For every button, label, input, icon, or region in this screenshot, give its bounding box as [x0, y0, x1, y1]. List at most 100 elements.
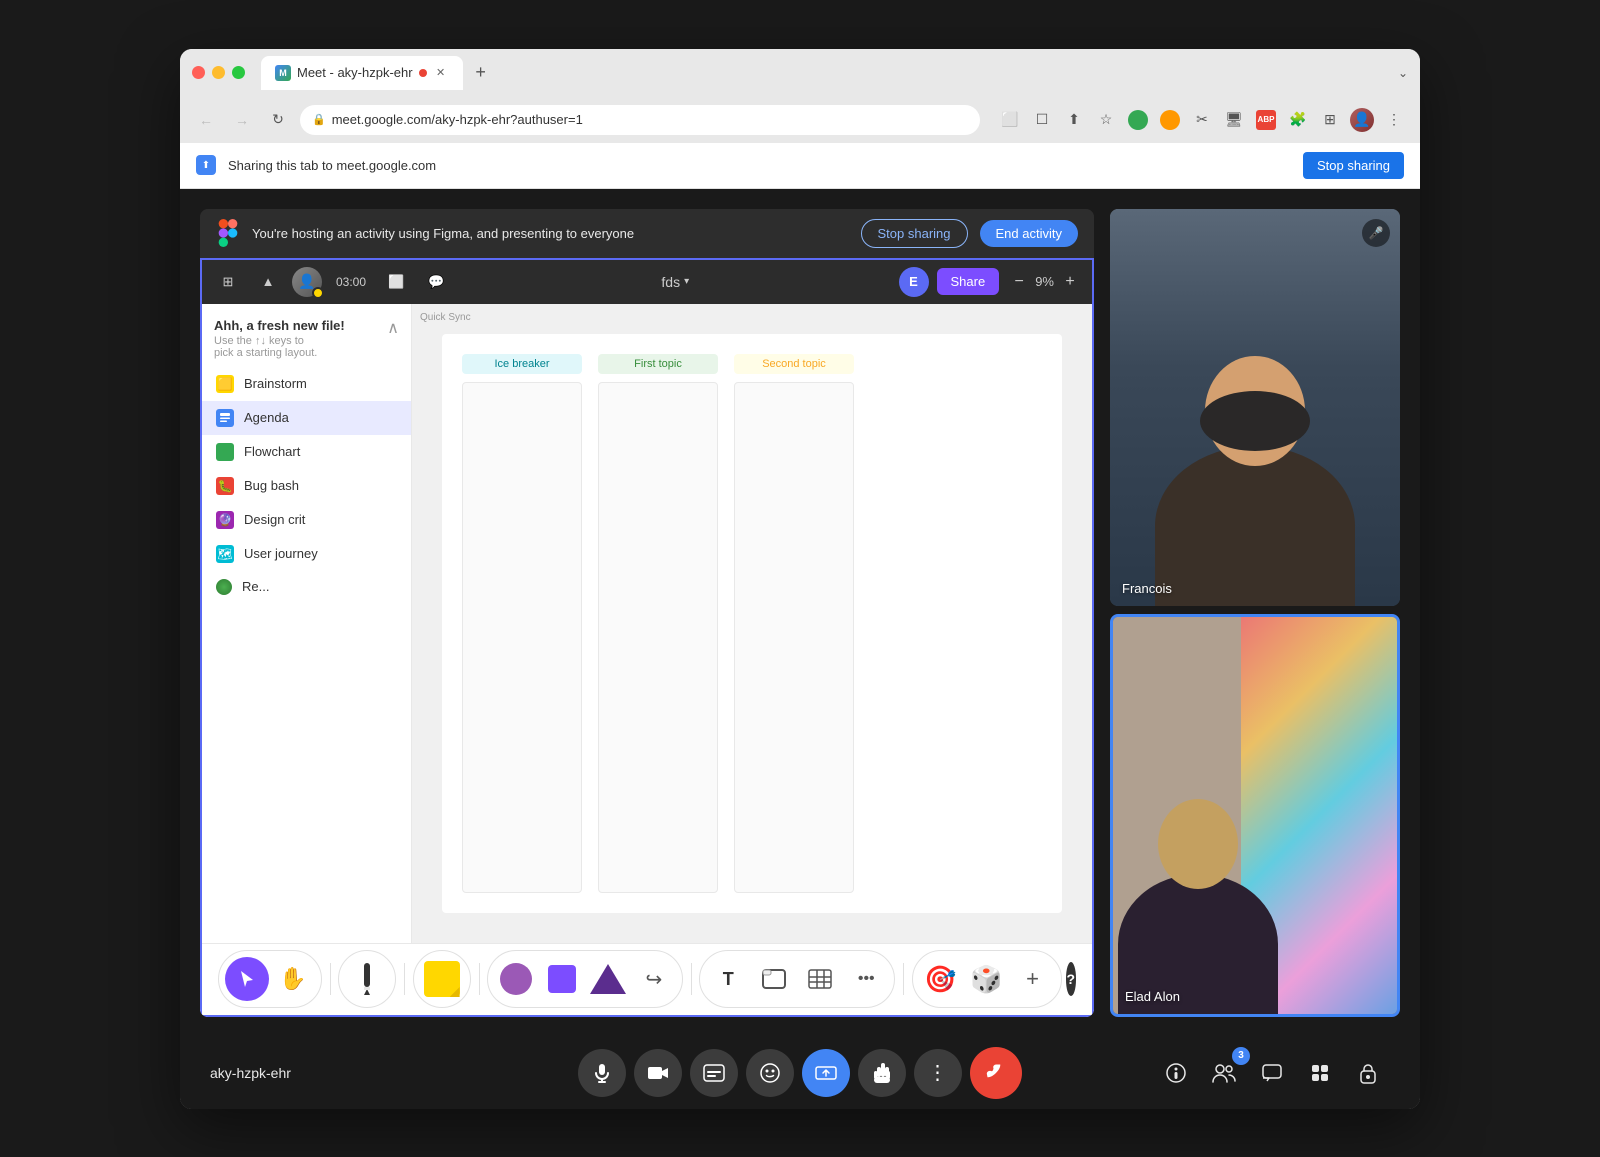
ext-grid[interactable]: ⊞: [1316, 106, 1344, 134]
present-button[interactable]: [802, 1049, 850, 1097]
brainstorm-icon: 🟨: [216, 375, 234, 393]
ext-monitor[interactable]: 🖥: [1220, 106, 1248, 134]
meeting-code: aky-hzpk-ehr: [210, 1065, 578, 1081]
agenda-icon: [216, 409, 234, 427]
tab-close-button[interactable]: ✕: [433, 65, 449, 81]
figma-file-title[interactable]: fds ▾: [460, 274, 890, 290]
bug-bash-icon: 🐛: [216, 477, 234, 495]
figma-move-tool[interactable]: ▲: [252, 266, 284, 298]
activities-button[interactable]: [1298, 1051, 1342, 1095]
add-sticker-button[interactable]: +: [1011, 957, 1055, 1001]
back-button[interactable]: ←: [192, 106, 220, 134]
francois-mute-icon: 🎤: [1362, 219, 1390, 247]
figma-layout-tool[interactable]: ⬜: [380, 266, 412, 298]
sidebar-item-recording[interactable]: Re...: [202, 571, 411, 603]
tag-second-topic: Second topic: [734, 354, 854, 374]
figma-share-button[interactable]: Share: [937, 268, 1000, 295]
ext-check[interactable]: [1124, 106, 1152, 134]
chat-button[interactable]: [1250, 1051, 1294, 1095]
text-tool-button[interactable]: T: [706, 957, 750, 1001]
ext-puzzle[interactable]: 🧩: [1284, 106, 1312, 134]
cast-icon[interactable]: ⬜: [996, 106, 1024, 134]
figma-sidebar: Ahh, a fresh new file! Use the ↑↓ keys t…: [202, 304, 412, 943]
meet-bottom-bar: aky-hzpk-ehr: [180, 1037, 1420, 1109]
emoji-button[interactable]: [746, 1049, 794, 1097]
sidebar-item-flowchart[interactable]: Flowchart: [202, 435, 411, 469]
share-page-icon[interactable]: ⬆: [1060, 106, 1088, 134]
stop-sharing-button[interactable]: Stop sharing: [861, 219, 968, 248]
sticker-2-button[interactable]: 🎲: [965, 957, 1009, 1001]
sticker-1-button[interactable]: 🎯: [919, 957, 963, 1001]
figma-app: ⊞ ▲ 👤 03:00 ⬜ 💬 fds ▾ E: [200, 258, 1094, 1017]
more-tools-button[interactable]: •••: [844, 957, 888, 1001]
close-button[interactable]: [192, 66, 205, 79]
table-tool-button[interactable]: [798, 957, 842, 1001]
lock-meeting-button[interactable]: [1346, 1051, 1390, 1095]
video-tile-elad: ••• Elad Alon: [1110, 614, 1400, 1017]
more-options-button[interactable]: ⋮: [914, 1049, 962, 1097]
figma-canvas[interactable]: Quick Sync Ice breaker First topic: [412, 304, 1092, 943]
figma-toolbar: ⊞ ▲ 👤 03:00 ⬜ 💬 fds ▾ E: [202, 260, 1092, 304]
sidebar-item-brainstorm[interactable]: 🟨 Brainstorm: [202, 367, 411, 401]
refresh-button[interactable]: ↻: [264, 106, 292, 134]
title-bar: M Meet - aky-hzpk-ehr ✕ + ⌄: [180, 49, 1420, 97]
shape-circle-button[interactable]: [494, 957, 538, 1001]
sidebar-item-user-journey[interactable]: 🗺 User journey: [202, 537, 411, 571]
sidebar-label-recording: Re...: [242, 579, 269, 594]
shape-triangle-button[interactable]: [586, 957, 630, 1001]
sticky-note-tool-button[interactable]: [420, 957, 464, 1001]
ext-scissors[interactable]: ✂: [1188, 106, 1216, 134]
camera-button[interactable]: [634, 1049, 682, 1097]
sidebar-item-design-crit[interactable]: 🔮 Design crit: [202, 503, 411, 537]
arrow-tool-button[interactable]: ↪: [632, 957, 676, 1001]
meeting-info-button[interactable]: [1154, 1051, 1198, 1095]
traffic-lights: [192, 66, 245, 79]
sidebar-item-agenda[interactable]: Agenda: [202, 401, 411, 435]
sidebar-label-bug-bash: Bug bash: [244, 478, 299, 493]
url-bar[interactable]: 🔒 meet.google.com/aky-hzpk-ehr?authuser=…: [300, 105, 980, 135]
forward-button[interactable]: →: [228, 106, 256, 134]
select-tool-button[interactable]: [225, 957, 269, 1001]
figma-sidebar-collapse-icon[interactable]: ∧: [387, 318, 399, 338]
ext-abp[interactable]: ABP: [1252, 106, 1280, 134]
bottom-controls: ⋮: [578, 1047, 1022, 1099]
people-button[interactable]: 3: [1202, 1051, 1246, 1095]
end-activity-button[interactable]: End activity: [980, 220, 1078, 247]
tool-section-sticky: [413, 950, 471, 1008]
pencil-tool-button[interactable]: [345, 957, 389, 1001]
canvas-label: Quick Sync: [420, 312, 471, 323]
figma-zoom-value: 9%: [1035, 274, 1054, 289]
minimize-button[interactable]: [212, 66, 225, 79]
figma-zoom-out-button[interactable]: −: [1007, 270, 1031, 294]
raise-hand-button[interactable]: [858, 1049, 906, 1097]
elad-name: Elad Alon: [1125, 989, 1180, 1004]
shape-rect-button[interactable]: [540, 957, 584, 1001]
figma-main-menu-button[interactable]: ⊞: [212, 266, 244, 298]
figma-canvas-wrapper: Ahh, a fresh new file! Use the ↑↓ keys t…: [202, 304, 1092, 943]
mic-button[interactable]: [578, 1049, 626, 1097]
tool-section-stickers: 🎯 🎲 +: [912, 950, 1062, 1008]
help-button[interactable]: ?: [1066, 962, 1076, 996]
figma-zoom-in-button[interactable]: +: [1058, 270, 1082, 294]
ext-orange[interactable]: [1156, 106, 1184, 134]
maximize-button[interactable]: [232, 66, 245, 79]
hand-tool-button[interactable]: ✋: [271, 957, 315, 1001]
section-tool-button[interactable]: [752, 957, 796, 1001]
active-tab[interactable]: M Meet - aky-hzpk-ehr ✕: [261, 56, 463, 90]
column-body-first-topic: [598, 382, 718, 893]
tag-first-topic: First topic: [598, 354, 718, 374]
sidebar-item-bug-bash[interactable]: 🐛 Bug bash: [202, 469, 411, 503]
user-avatar[interactable]: 👤: [1348, 106, 1376, 134]
figma-collaborator-avatar: E: [899, 267, 929, 297]
save-icon[interactable]: ☐: [1028, 106, 1056, 134]
figma-comment-tool[interactable]: 💬: [420, 266, 452, 298]
new-tab-button[interactable]: +: [467, 59, 495, 87]
sidebar-label-flowchart: Flowchart: [244, 444, 300, 459]
end-call-button[interactable]: [970, 1047, 1022, 1099]
sharing-tab-icon: ⬆: [196, 155, 216, 175]
bookmark-icon[interactable]: ☆: [1092, 106, 1120, 134]
captions-button[interactable]: [690, 1049, 738, 1097]
browser-stop-sharing-button[interactable]: Stop sharing: [1303, 152, 1404, 179]
window-menu-button[interactable]: ⌄: [1398, 66, 1408, 80]
chrome-menu-button[interactable]: ⋮: [1380, 106, 1408, 134]
